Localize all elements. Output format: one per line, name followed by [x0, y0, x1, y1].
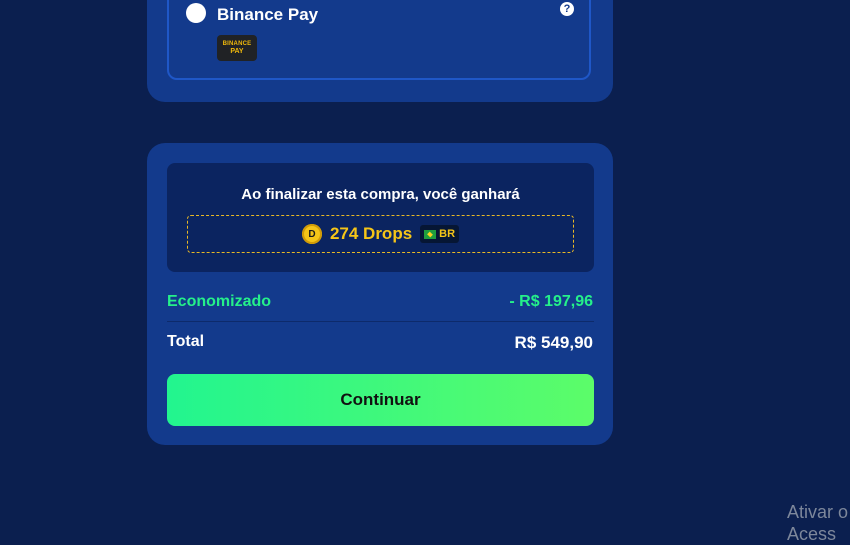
drops-amount: 274 Drops	[329, 224, 413, 243]
drops-reward: D 274 Drops BR	[187, 215, 574, 253]
logo-line-1: BINANCE	[222, 40, 252, 47]
total-value: R$ 549,90	[514, 333, 593, 352]
region-code: BR	[439, 228, 456, 240]
brazil-flag-icon	[424, 229, 437, 239]
saved-label: Economizado	[167, 293, 272, 310]
reward-title: Ao finalizar esta compra, você ganhará	[241, 186, 520, 203]
help-icon[interactable]: ?	[560, 2, 574, 16]
drops-coin-icon: D	[301, 224, 322, 244]
reward-box: Ao finalizar esta compra, você ganhará D…	[167, 163, 594, 272]
continue-button[interactable]: Continuar	[167, 374, 594, 426]
logo-line-2: PAY	[230, 47, 244, 55]
binance-pay-logo: BINANCE PAY	[217, 35, 257, 61]
payment-methods-card: Binance Pay ? BINANCE PAY	[147, 0, 613, 102]
coin-symbol: D	[308, 228, 316, 240]
activation-watermark-line-1: Ativar o	[787, 502, 849, 522]
activation-watermark-line-2: Acess	[787, 524, 837, 544]
payment-option-label: Binance Pay	[217, 5, 319, 24]
summary-divider	[167, 321, 594, 322]
payment-radio[interactable]	[186, 3, 206, 23]
total-label: Total	[167, 333, 205, 350]
order-summary-card: Ao finalizar esta compra, você ganhará D…	[147, 143, 613, 445]
payment-option-binance-pay[interactable]: Binance Pay ? BINANCE PAY	[167, 0, 591, 80]
region-badge: BR	[420, 225, 460, 243]
saved-value: - R$ 197,96	[509, 293, 593, 310]
